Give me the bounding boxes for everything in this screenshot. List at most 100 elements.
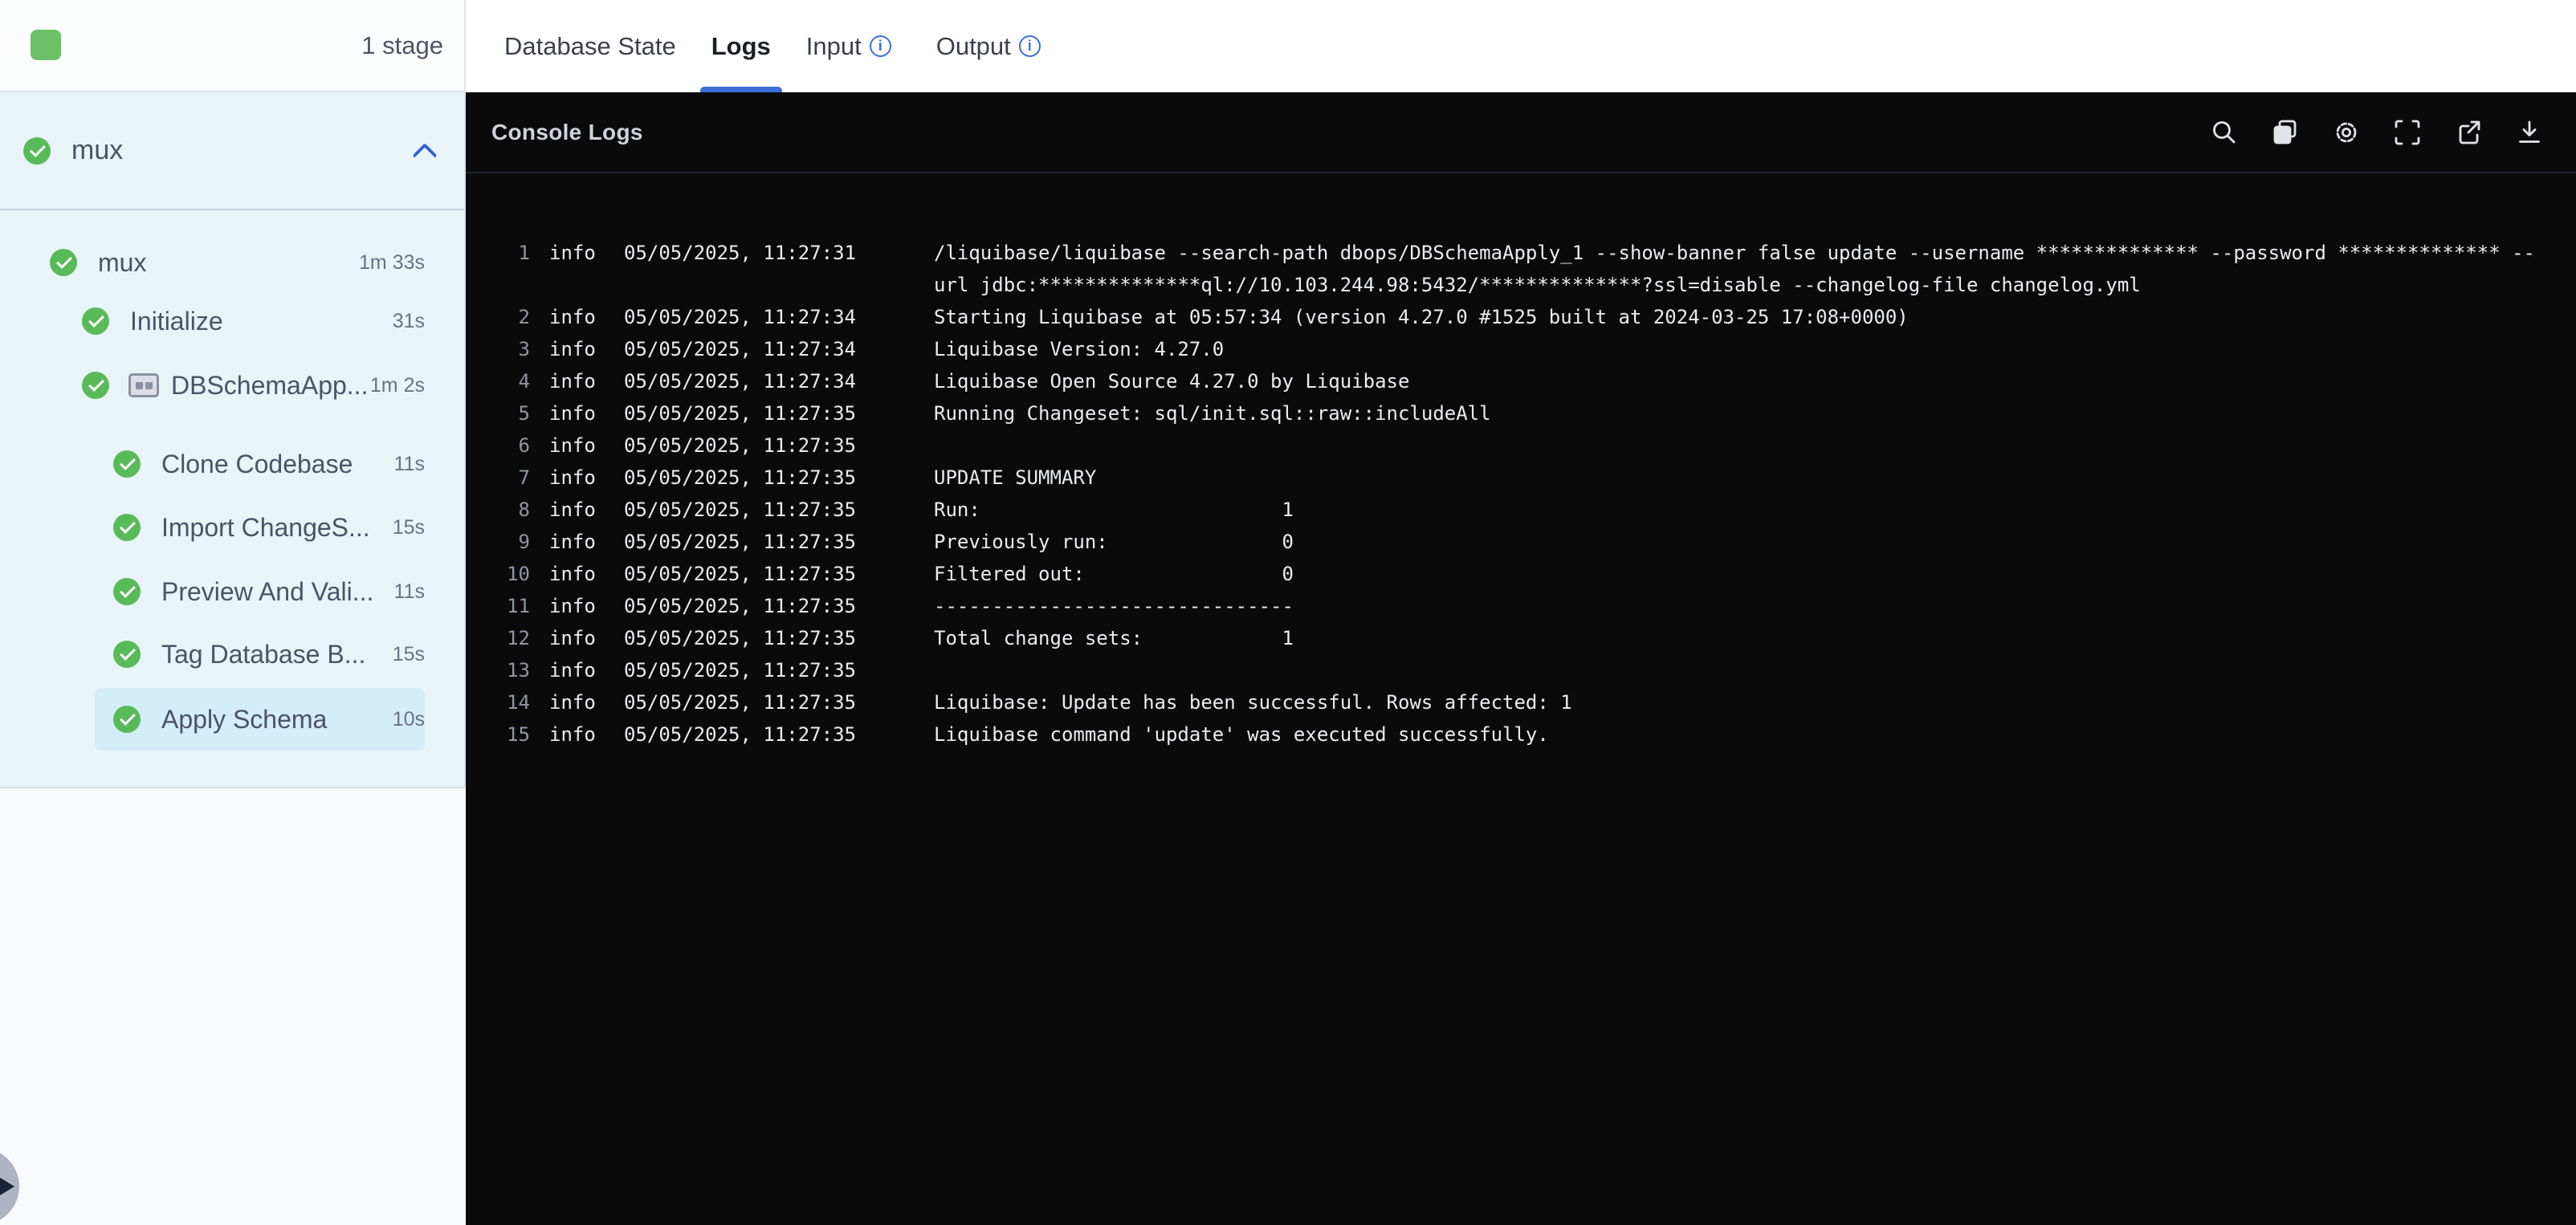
log-row: 12 info 05/05/2025, 11:27:35 Total change s… xyxy=(482,622,2544,654)
step-label: Apply Schema xyxy=(161,704,328,734)
pipeline-step-row[interactable]: DBSchemaApp... 1m 2s xyxy=(82,353,425,417)
log-line-number: 12 xyxy=(507,627,530,649)
log-row: 7 info 05/05/2025, 11:27:35 UPDATE SUMMARY xyxy=(482,462,2544,494)
open-in-new-icon[interactable] xyxy=(2454,118,2483,147)
step-duration: 1m 2s xyxy=(369,373,425,397)
download-icon[interactable] xyxy=(2515,118,2544,147)
log-level: info xyxy=(549,402,596,425)
success-check-icon xyxy=(82,307,109,335)
log-level: info xyxy=(549,499,596,521)
detail-tabbar: Database State Logs Input i Output i xyxy=(466,0,2576,92)
log-level: info xyxy=(549,595,596,617)
tab-output[interactable]: Output i xyxy=(923,0,1054,92)
log-message: Starting Liquibase at 05:57:34 (version … xyxy=(934,306,1909,328)
settings-gear-icon[interactable] xyxy=(2332,118,2361,147)
app-logo xyxy=(31,30,61,60)
log-timestamp: 05/05/2025, 11:27:35 xyxy=(624,434,856,457)
success-check-icon xyxy=(113,514,141,541)
log-level: info xyxy=(549,338,596,360)
log-timestamp: 05/05/2025, 11:27:31 xyxy=(624,242,856,264)
log-level: info xyxy=(549,627,596,649)
log-message: Total change sets: 1 xyxy=(934,627,1294,649)
log-row: 8 info 05/05/2025, 11:27:35 Run: 1 xyxy=(482,494,2544,526)
pipeline-step-row[interactable]: mux 1m 33s xyxy=(50,230,425,295)
log-line-number: 10 xyxy=(507,563,530,585)
pipeline-step-row[interactable]: Apply Schema 10s xyxy=(95,688,425,751)
console-toolbar xyxy=(2210,118,2544,147)
step-label: mux xyxy=(98,247,147,277)
pipeline-step-row[interactable]: Import ChangeS... 15s xyxy=(113,495,425,560)
success-check-icon xyxy=(113,578,141,605)
log-message: Previously run: 0 xyxy=(934,531,1294,553)
log-timestamp: 05/05/2025, 11:27:34 xyxy=(624,370,856,393)
tab-label: Database State xyxy=(504,31,676,60)
log-line-number: 5 xyxy=(518,402,530,425)
log-line-number: 8 xyxy=(518,499,530,521)
pipeline-step-row[interactable]: Tag Database B... 15s xyxy=(113,622,425,686)
console-panel: Console Logs 1 info 05/05/2025, 11:27:31/l… xyxy=(466,92,2576,1225)
log-timestamp: 05/05/2025, 11:27:35 xyxy=(624,531,856,553)
copy-icon[interactable] xyxy=(2271,118,2300,147)
log-line-number: 2 xyxy=(518,306,530,328)
log-timestamp: 05/05/2025, 11:27:35 xyxy=(624,402,856,425)
stage-group-header[interactable]: mux xyxy=(0,92,464,210)
log-level: info xyxy=(549,691,596,714)
log-line-number: 6 xyxy=(518,434,530,457)
log-timestamp: 05/05/2025, 11:27:35 xyxy=(624,595,856,617)
search-icon[interactable] xyxy=(2210,118,2239,147)
log-message: Run: 1 xyxy=(934,499,1294,521)
step-duration: 15s xyxy=(392,515,425,539)
step-duration: 15s xyxy=(392,642,425,665)
log-timestamp: 05/05/2025, 11:27:34 xyxy=(624,338,856,360)
chevron-up-icon[interactable] xyxy=(412,142,438,168)
step-duration: 10s xyxy=(392,707,425,731)
log-message: Liquibase: Update has been successful. R… xyxy=(934,691,1572,714)
log-row: 11 info 05/05/2025, 11:27:35 --------------… xyxy=(482,590,2544,622)
pipeline-sidebar: mux mux 1m 33s Initialize 31s DBSchemaApp...… xyxy=(0,92,466,788)
log-list: 1 info 05/05/2025, 11:27:31/liquibase/liqu… xyxy=(466,173,2576,751)
log-timestamp: 05/05/2025, 11:27:35 xyxy=(624,723,856,746)
info-icon[interactable]: i xyxy=(869,35,891,57)
tab-label: Input xyxy=(805,31,862,60)
tab-input[interactable]: Input i xyxy=(793,0,904,92)
pipeline-step-row[interactable]: Clone Codebase 11s xyxy=(113,432,425,496)
step-label: Initialize xyxy=(130,306,223,336)
step-duration: 31s xyxy=(392,309,425,332)
log-level: info xyxy=(549,370,596,393)
log-level: info xyxy=(549,466,596,489)
arrow-right-icon xyxy=(0,1178,14,1195)
log-row: 2 info 05/05/2025, 11:27:34 Starting Liquib… xyxy=(482,301,2544,333)
log-line-number: 3 xyxy=(518,338,530,360)
tab-logs[interactable]: Logs xyxy=(699,0,784,92)
log-timestamp: 05/05/2025, 11:27:35 xyxy=(624,563,856,585)
log-line-number: 11 xyxy=(507,595,530,617)
log-level: info xyxy=(549,306,596,328)
log-message: Running Changeset: sql/init.sql::raw::in… xyxy=(934,402,1491,425)
log-line-number: 9 xyxy=(518,531,530,553)
tab-label: Output xyxy=(935,31,1011,60)
log-line-number: 14 xyxy=(507,691,530,714)
success-check-icon xyxy=(50,249,77,276)
log-timestamp: 05/05/2025, 11:27:35 xyxy=(624,659,856,682)
success-check-icon xyxy=(23,136,51,165)
fullscreen-icon[interactable] xyxy=(2393,118,2422,147)
success-check-icon xyxy=(113,450,141,478)
success-check-icon xyxy=(82,372,109,399)
success-check-icon xyxy=(113,706,141,733)
log-level: info xyxy=(549,563,596,585)
step-label: Import ChangeS... xyxy=(161,512,370,542)
log-level: info xyxy=(549,659,596,682)
console-header: Console Logs xyxy=(466,92,2576,173)
log-row: 15 info 05/05/2025, 11:27:35 Liquibase comm… xyxy=(482,718,2544,751)
log-timestamp: 05/05/2025, 11:27:35 xyxy=(624,691,856,714)
sidebar-header-bar: 1 stage xyxy=(0,0,466,92)
pipeline-step-row[interactable]: Preview And Vali... 11s xyxy=(113,560,425,624)
log-message: ------------------------------- xyxy=(934,595,1294,617)
log-line-number: 4 xyxy=(518,370,530,393)
log-message: Filtered out: 0 xyxy=(934,563,1294,585)
step-label: Tag Database B... xyxy=(161,639,366,669)
pipeline-step-row[interactable]: Initialize 31s xyxy=(82,289,425,353)
tab-database-state[interactable]: Database State xyxy=(491,0,689,92)
info-icon[interactable]: i xyxy=(1018,35,1041,57)
log-level: info xyxy=(549,531,596,553)
